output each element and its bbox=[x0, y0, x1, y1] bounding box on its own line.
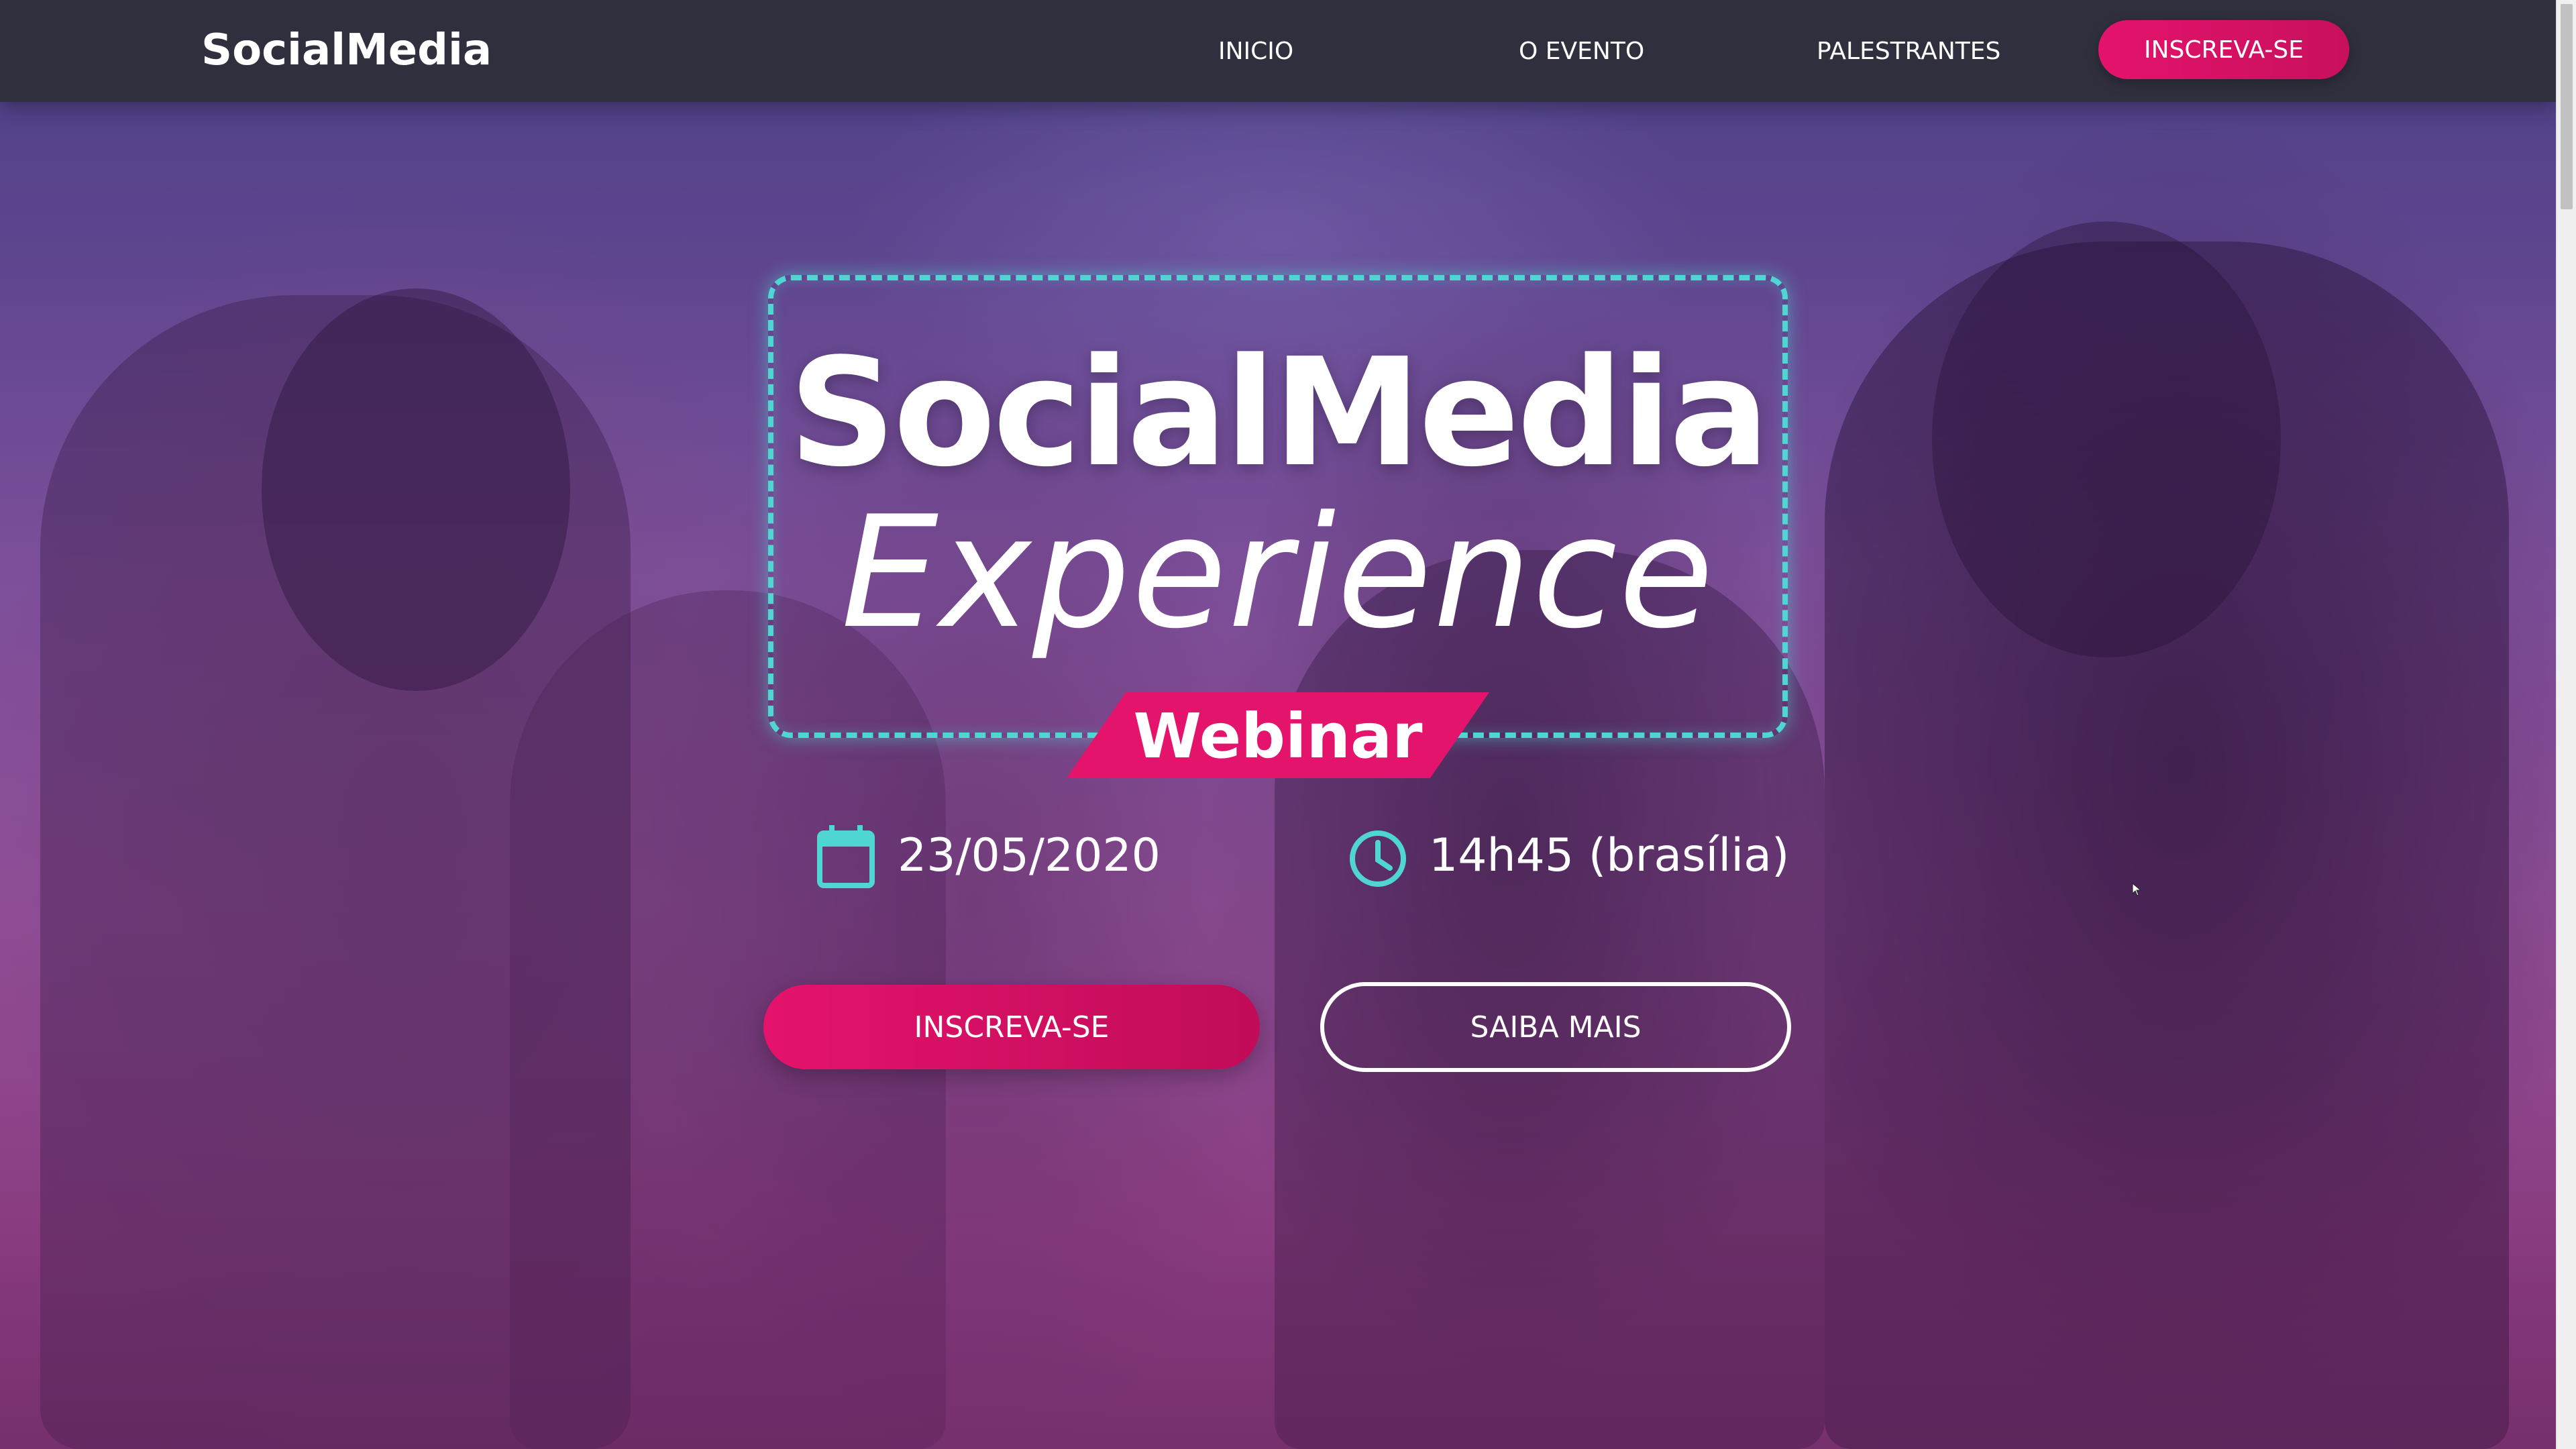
learn-more-button[interactable]: SAIBA MAIS bbox=[1320, 982, 1791, 1072]
event-title: SocialMedia bbox=[788, 327, 1770, 500]
page-scrollbar[interactable] bbox=[2556, 0, 2576, 1449]
nav-link-o-evento[interactable]: O EVENTO bbox=[1519, 38, 1644, 65]
top-navbar: SocialMedia INICIO O EVENTO PALESTRANTES… bbox=[0, 0, 2556, 102]
event-subtitle: Experience bbox=[841, 484, 1715, 663]
background-person-head bbox=[1932, 221, 2281, 657]
calendar-icon bbox=[817, 825, 875, 888]
nav-link-palestrantes[interactable]: PALESTRANTES bbox=[1817, 38, 2000, 65]
scrollbar-thumb[interactable] bbox=[2561, 4, 2573, 209]
nav-subscribe-button[interactable]: INSCREVA-SE bbox=[2098, 20, 2349, 79]
background-person-head bbox=[262, 288, 570, 691]
nav-link-inicio[interactable]: INICIO bbox=[1218, 38, 1293, 65]
clock-icon bbox=[1348, 829, 1407, 888]
event-date: 23/05/2020 bbox=[898, 829, 1161, 882]
mouse-cursor-icon bbox=[2132, 882, 2142, 896]
brand-logo[interactable]: SocialMedia bbox=[201, 25, 492, 75]
webinar-badge-label: Webinar bbox=[1133, 700, 1423, 772]
event-time: 14h45 (brasília) bbox=[1429, 829, 1790, 882]
subscribe-button[interactable]: INSCREVA-SE bbox=[763, 985, 1260, 1069]
